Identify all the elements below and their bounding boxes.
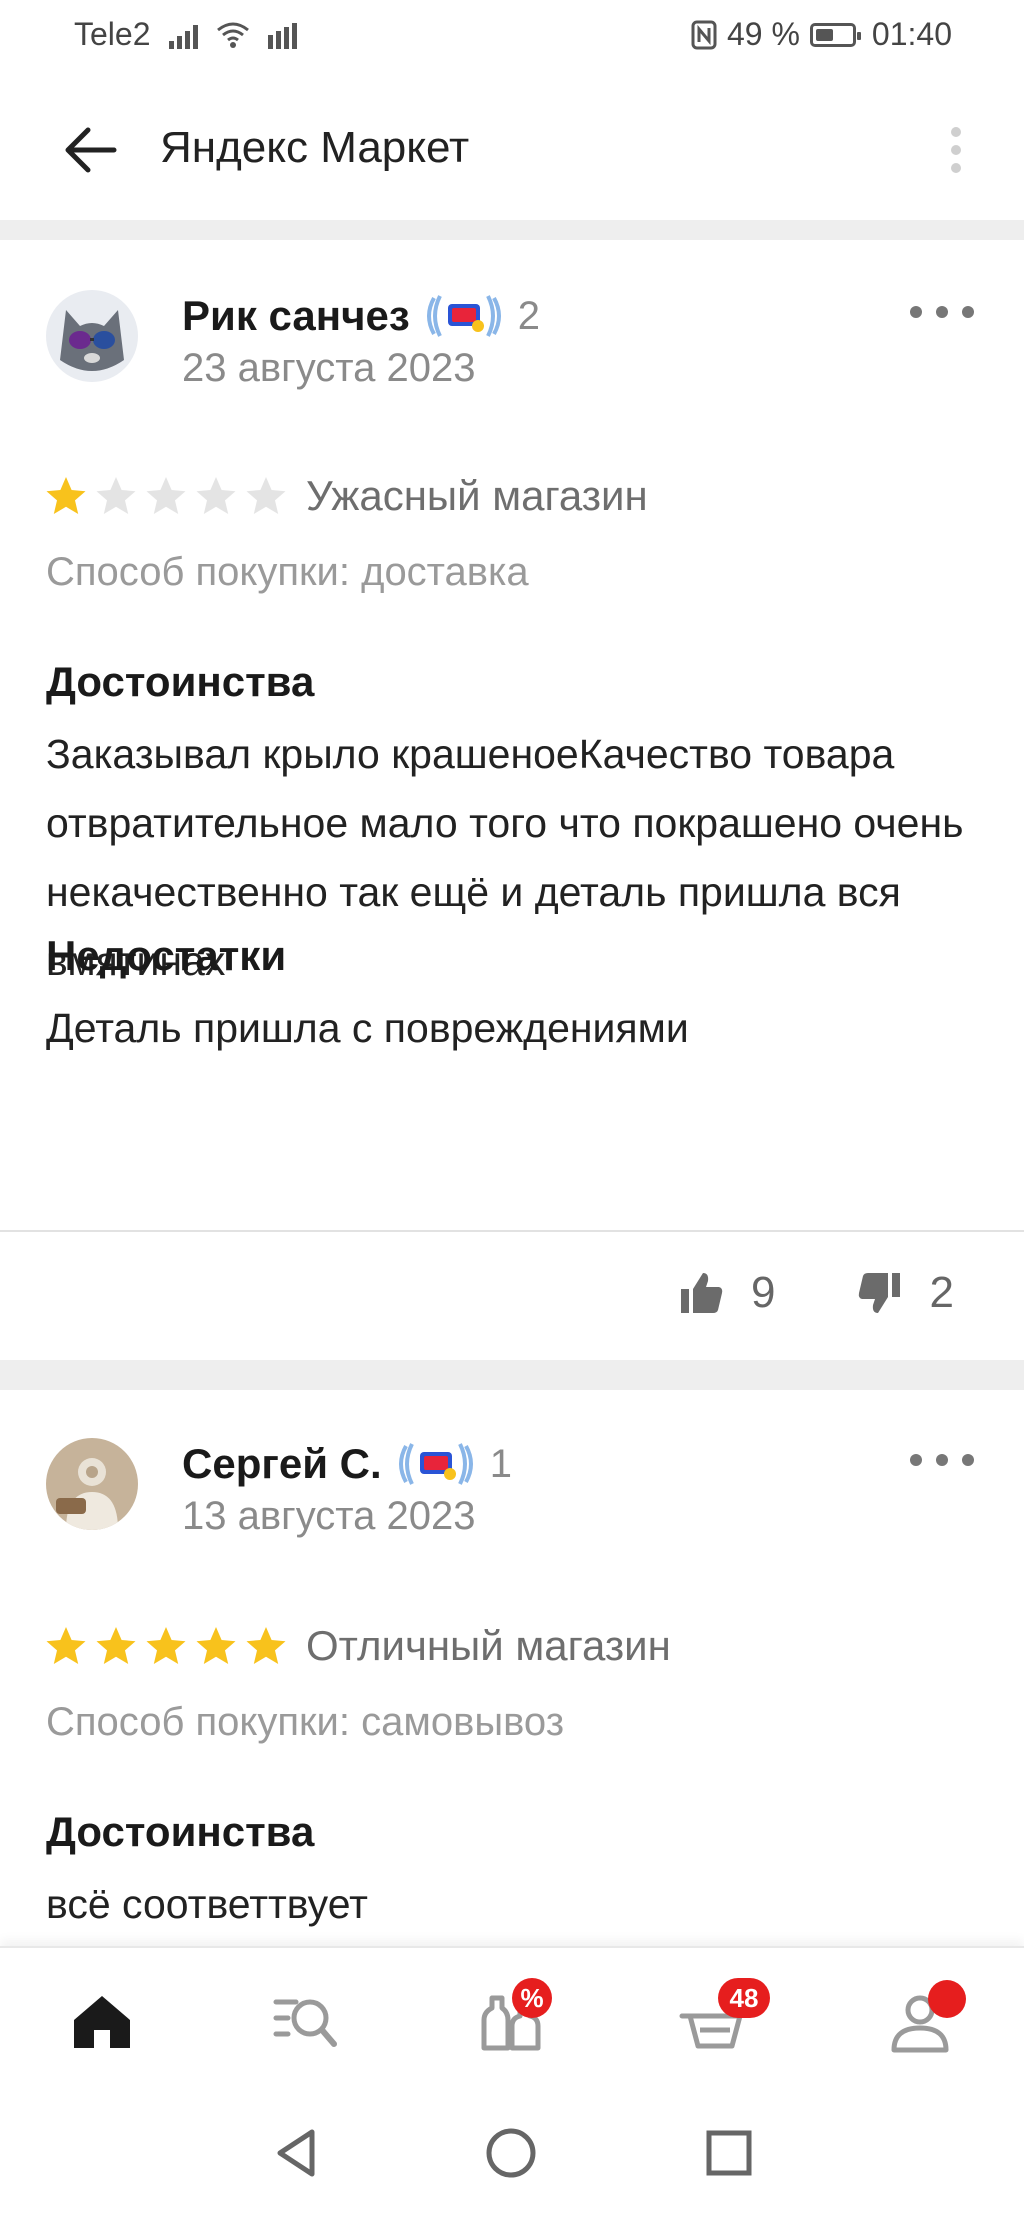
star-empty-icon	[96, 477, 136, 514]
divider	[0, 1230, 1024, 1232]
discount-badge: %	[512, 1978, 552, 2018]
purchase-method: Способ покупки: самовывоз	[46, 1700, 565, 1744]
home-icon	[74, 1996, 130, 2048]
review-date: 23 августа 2023	[182, 346, 476, 390]
cart-badge: 48	[718, 1978, 770, 2018]
status-left: Tele2	[74, 16, 297, 53]
avatar[interactable]	[46, 1438, 138, 1530]
more-horizontal-icon[interactable]	[910, 1440, 974, 1480]
status-bar: Tele2 49 % 01:40	[0, 0, 1024, 70]
star-filled-icon	[146, 1627, 186, 1664]
star-empty-icon	[146, 477, 186, 514]
signal-bars-icon	[267, 21, 297, 49]
carrier-name: Tele2	[74, 16, 151, 52]
review-author[interactable]: Рик санчез 2	[182, 290, 540, 342]
triangle-back-icon	[277, 2129, 315, 2177]
wifi-icon	[216, 22, 249, 48]
circle-home-icon	[486, 2128, 536, 2178]
clock: 01:40	[871, 16, 952, 52]
back-button[interactable]	[58, 118, 122, 182]
star-filled-icon	[196, 1627, 236, 1664]
nav-home[interactable]	[66, 1986, 146, 2066]
author-name: Сергей С.	[182, 1440, 382, 1487]
pros-title: Достоинства	[46, 1808, 315, 1855]
review-votes: 9 2	[677, 1268, 954, 1318]
avatar[interactable]	[46, 290, 138, 382]
review-date: 13 августа 2023	[182, 1494, 476, 1538]
pros-text: всё соответтвует	[46, 1881, 368, 1927]
rating-row: Отличный магазин	[44, 1622, 671, 1670]
star-filled-icon	[96, 1627, 136, 1664]
rating-text: Отличный магазин	[306, 1622, 671, 1669]
notification-dot	[928, 1980, 966, 2018]
thumbs-up-icon	[681, 1273, 723, 1313]
author-review-count: 2	[517, 293, 540, 338]
square-recents-icon	[706, 2130, 752, 2176]
rating-row: Ужасный магазин	[44, 472, 648, 520]
more-horizontal-icon[interactable]	[910, 292, 974, 332]
thumbs-down-icon	[858, 1273, 900, 1313]
nfc-icon	[691, 20, 717, 49]
cons-text: Деталь пришла с повреждениями	[46, 1005, 689, 1051]
star-filled-icon	[246, 1627, 286, 1664]
star-filled-icon	[46, 477, 86, 514]
nav-cart[interactable]: 48	[678, 1978, 770, 2066]
star-rating	[44, 1624, 288, 1668]
system-recents-button[interactable]	[694, 2118, 764, 2188]
system-navigation-bar	[0, 2082, 1024, 2218]
battery-percent: 49 %	[726, 16, 800, 52]
app-title: Яндекс Маркет	[160, 123, 470, 172]
catalog-search-icon	[273, 1999, 337, 2047]
rating-text: Ужасный магазин	[306, 472, 648, 519]
nav-discounts[interactable]: %	[474, 1978, 554, 2066]
pros-title: Достоинства	[46, 658, 315, 705]
status-right: 49 % 01:40	[691, 16, 952, 53]
review-card: Рик санчез 2 23 августа 2023 Ужасный маг…	[0, 240, 1024, 1360]
like-button[interactable]: 9	[677, 1268, 776, 1318]
section-divider	[0, 1360, 1024, 1390]
battery-icon	[809, 22, 861, 47]
dislike-button[interactable]: 2	[856, 1268, 954, 1318]
cons-title: Недостатки	[46, 932, 287, 979]
app-bar: Яндекс Маркет	[0, 70, 1024, 220]
expert-badge-icon	[426, 295, 501, 337]
likes-count: 9	[751, 1268, 776, 1317]
star-empty-icon	[246, 477, 286, 514]
star-rating	[44, 474, 288, 518]
purchase-method: Способ покупки: доставка	[46, 550, 529, 594]
review-author[interactable]: Сергей С. 1	[182, 1438, 512, 1490]
nav-catalog[interactable]	[270, 1986, 350, 2066]
star-filled-icon	[46, 1627, 86, 1664]
arrow-left-icon	[65, 127, 117, 173]
more-vertical-icon[interactable]	[944, 118, 968, 182]
signal-icon	[168, 21, 198, 49]
nav-profile[interactable]	[884, 1980, 966, 2066]
author-review-count: 1	[489, 1441, 512, 1486]
system-back-button[interactable]	[262, 2118, 332, 2188]
review-card: Сергей С. 1 13 августа 2023 Отличный маг…	[0, 1390, 1024, 1946]
bottom-navigation: % 48	[0, 1946, 1024, 2084]
author-name: Рик санчез	[182, 292, 410, 339]
star-empty-icon	[196, 477, 236, 514]
dislikes-count: 2	[929, 1268, 954, 1317]
section-divider	[0, 220, 1024, 240]
expert-badge-icon	[398, 1443, 473, 1485]
system-home-button[interactable]	[476, 2118, 546, 2188]
